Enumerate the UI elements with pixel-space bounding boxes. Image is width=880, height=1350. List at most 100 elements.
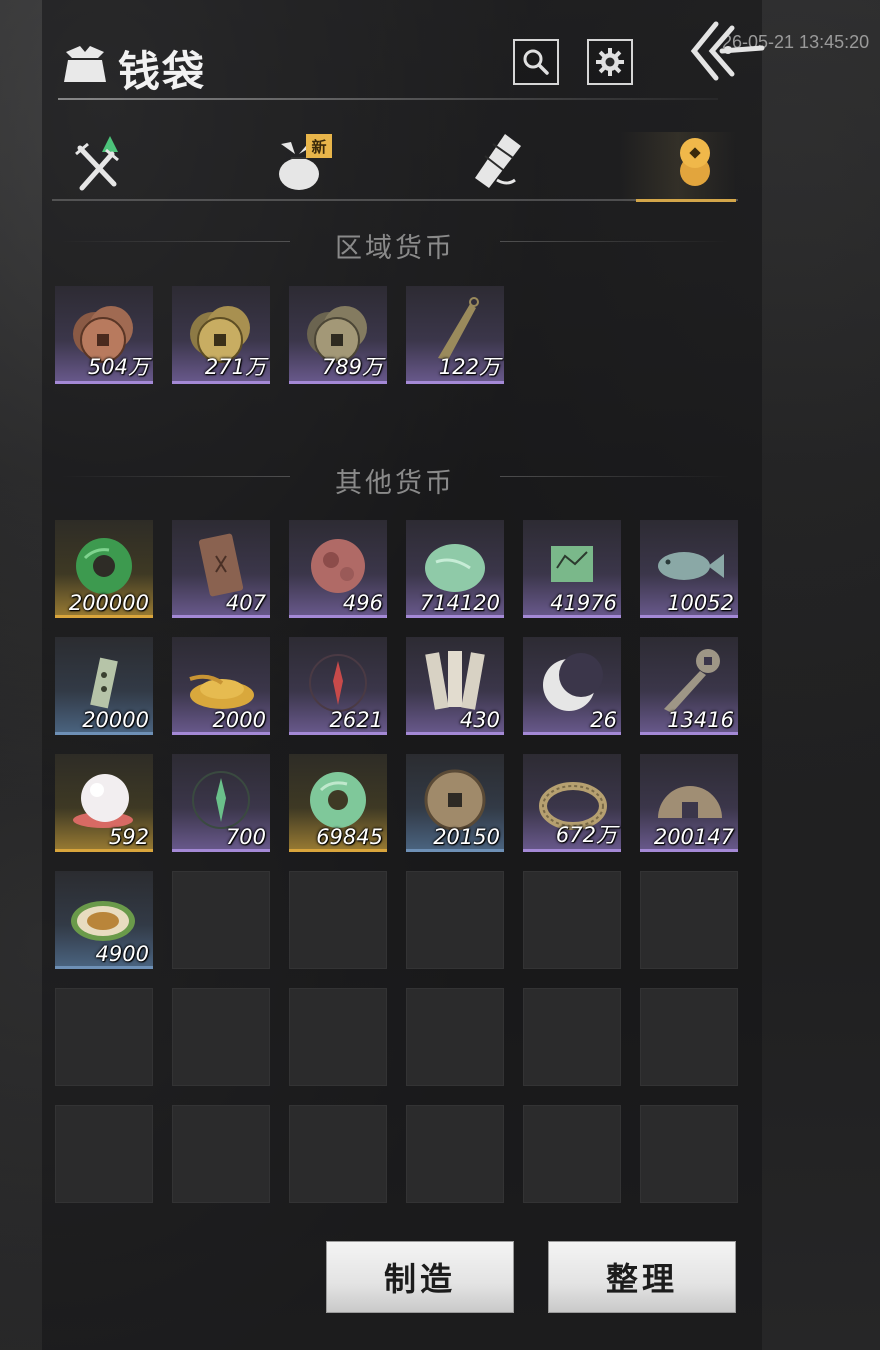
rarity-bar [406,615,504,618]
item-quantity: 69845 [316,825,383,849]
currency-slot[interactable]: 407 [172,520,270,618]
empty-slot[interactable] [172,988,270,1086]
item-quantity: 407 [225,591,266,615]
empty-slot[interactable] [640,1105,738,1203]
rarity-bar [289,732,387,735]
currency-slot[interactable]: 200000 [55,520,153,618]
jade-pebble-icon [425,544,485,592]
currency-slot[interactable]: 672万 [523,754,621,852]
currency-slot[interactable]: 10052 [640,520,738,618]
rarity-bar [289,615,387,618]
empty-slot[interactable] [172,1105,270,1203]
bamboo-slips-icon [425,651,485,710]
rarity-bar [406,732,504,735]
empty-slot[interactable] [55,988,153,1086]
rarity-bar [289,849,387,852]
item-quantity: 200000 [68,591,149,615]
rarity-bar [55,615,153,618]
tab-scroll[interactable] [462,128,532,196]
empty-slot[interactable] [640,871,738,969]
currency-slot[interactable]: 592 [55,754,153,852]
currency-slot[interactable]: 13416 [640,637,738,735]
rarity-bar [640,849,738,852]
currency-slot[interactable]: 700 [172,754,270,852]
melon-slice-icon [71,901,135,941]
empty-slot[interactable] [523,871,621,969]
rarity-bar [172,381,270,384]
currency-slot[interactable]: 2000 [172,637,270,735]
rarity-bar [172,615,270,618]
rarity-bar [172,849,270,852]
crescent-moon-icon [543,653,603,711]
item-quantity: 2621 [329,708,383,732]
coin-key-icon [664,649,720,713]
item-quantity: 41976 [550,591,617,615]
item-quantity: 26 [590,708,617,732]
empty-slot[interactable] [523,988,621,1086]
half-coin-icon [658,786,722,818]
sort-button[interactable]: 整理 [548,1241,736,1313]
page-title: 钱袋 [118,47,207,96]
currency-slot[interactable]: 789万 [289,286,387,384]
item-quantity: 430 [459,708,500,732]
currency-slot[interactable]: 430 [406,637,504,735]
rarity-bar [55,381,153,384]
back-button[interactable] [682,18,768,84]
rarity-bar [523,732,621,735]
empty-slot[interactable] [55,1105,153,1203]
currency-slot[interactable]: 41976 [523,520,621,618]
settings-button[interactable] [587,39,633,85]
currency-slot[interactable]: 271万 [172,286,270,384]
section-title-other: 其他货币 [335,468,455,499]
rarity-bar [523,615,621,618]
green-jade-disc-icon [76,538,132,594]
item-quantity: 700 [225,825,266,849]
empty-slot[interactable] [289,988,387,1086]
currency-slot[interactable]: 496 [289,520,387,618]
item-quantity: 504万 [87,355,149,379]
scroll-icon [475,134,521,188]
item-quantity: 714120 [419,591,500,615]
item-quantity: 20000 [82,708,149,732]
jade-fish-icon [658,552,724,580]
currency-slot[interactable]: 504万 [55,286,153,384]
item-quantity: 122万 [438,355,500,379]
rarity-bar [640,615,738,618]
grain-pile-icon [189,674,254,709]
green-sigil-icon [192,771,250,829]
empty-slot[interactable] [640,988,738,1086]
new-badge: 新 [306,134,332,158]
currency-slot[interactable]: 2621 [289,637,387,735]
empty-slot[interactable] [523,1105,621,1203]
empty-slot[interactable] [289,871,387,969]
empty-slot[interactable] [406,988,504,1086]
bronze-token-icon [198,533,244,597]
item-quantity: 4900 [95,942,149,966]
currency-slot[interactable]: 20150 [406,754,504,852]
rarity-bar [55,966,153,969]
currency-slot[interactable]: 714120 [406,520,504,618]
currency-slot[interactable]: 122万 [406,286,504,384]
search-button[interactable] [513,39,559,85]
rarity-bar [55,732,153,735]
empty-slot[interactable] [406,1105,504,1203]
tab-weapons[interactable] [64,128,134,196]
jade-tablet-icon [90,657,118,709]
header-divider [58,98,718,100]
craft-button[interactable]: 制造 [326,1241,514,1313]
tab-currency[interactable] [660,128,730,196]
rarity-bar [406,381,504,384]
coin-stack-icon [680,138,710,186]
item-quantity: 20150 [433,825,500,849]
rarity-bar [289,381,387,384]
pearl-icon [73,774,133,828]
empty-slot[interactable] [289,1105,387,1203]
item-quantity: 13416 [667,708,734,732]
empty-slot[interactable] [172,871,270,969]
currency-slot[interactable]: 4900 [55,871,153,969]
currency-slot[interactable]: 26 [523,637,621,735]
currency-slot[interactable]: 200147 [640,754,738,852]
currency-slot[interactable]: 20000 [55,637,153,735]
currency-slot[interactable]: 69845 [289,754,387,852]
empty-slot[interactable] [406,871,504,969]
